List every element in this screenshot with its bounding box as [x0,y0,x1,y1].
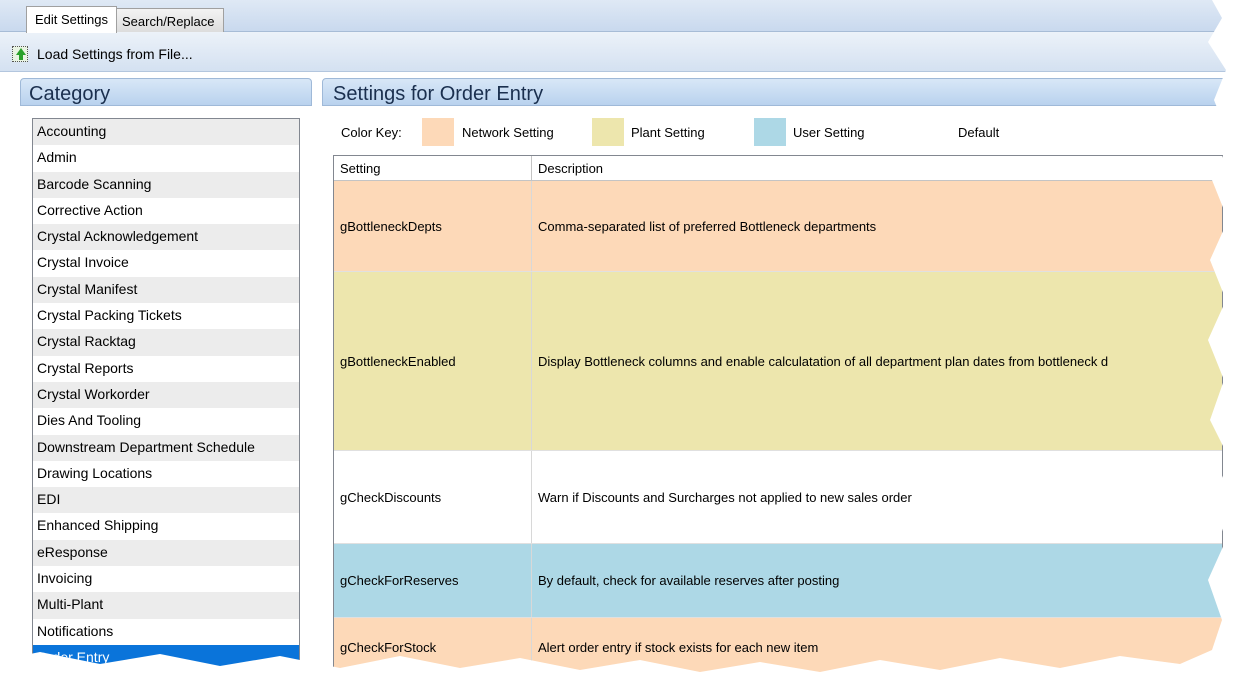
setting-name-cell[interactable]: gBottleneckDepts [334,181,532,271]
setting-row[interactable]: gCheckForStock Alert order entry if stock… [334,618,1222,672]
settings-editor-window: Edit Settings Search/Replace Load Settin… [0,0,1230,672]
category-item[interactable]: EDI [33,487,299,514]
network-setting-label: Network Setting [462,125,554,140]
category-item[interactable]: Drawing Locations [33,460,299,488]
category-header: Category [20,78,312,106]
setting-row[interactable]: gBottleneckEnabled Display Bottleneck col… [334,272,1222,451]
category-item[interactable]: Crystal Packing Tickets [33,303,299,330]
setting-row[interactable]: gBottleneckDepts Comma-separated list of … [334,181,1222,272]
setting-name-cell[interactable]: gBottleneckEnabled [334,272,532,450]
tab-bar: Edit Settings Search/Replace [0,0,1230,33]
category-item[interactable]: Enhanced Shipping [33,513,299,540]
toolbar: Load Settings from File... [0,32,1230,72]
color-key-label: Color Key: [341,125,402,140]
plant-setting-label: Plant Setting [631,125,705,140]
setting-row[interactable]: gCheckForReserves By default, check for a… [334,544,1222,618]
setting-description-cell: Warn if Discounts and Surcharges not app… [538,489,912,505]
settings-header: Settings for Order Entry [322,78,1230,106]
category-item[interactable]: eResponse [33,539,299,567]
setting-description-cell: Comma-separated list of preferred Bottle… [538,218,877,234]
category-item[interactable]: Multi-Plant [33,592,299,619]
setting-name-cell[interactable]: gCheckForReserves [334,544,532,617]
default-setting-label: Default [958,125,1000,140]
category-list[interactable]: Accounting Admin Barcode Scanning Correctiv… [32,118,300,672]
settings-grid: Setting Description gBottleneckDepts Comm… [333,155,1223,672]
setting-name-cell[interactable]: gCheckForStock [334,618,532,672]
user-setting-swatch [754,118,786,146]
setting-description-cell: Display Bottleneck columns and enable ca… [538,353,1109,369]
setting-row[interactable]: gCheckDiscounts Warn if Discounts and Sur… [334,451,1222,544]
category-item[interactable]: Crystal Racktag [33,329,299,356]
category-pane: Category Accounting Admin Barcode Scanning… [20,78,312,672]
load-file-icon [12,46,28,62]
user-setting-label: User Setting [793,125,865,140]
settings-pane: Settings for Order Entry Color Key: Netw… [322,78,1230,672]
load-settings-button[interactable]: Load Settings from File... [12,44,193,64]
category-item[interactable]: Crystal Workorder [33,381,299,409]
column-header-description[interactable]: Description [532,156,1222,180]
category-item[interactable]: Crystal Reports [33,355,299,382]
category-item[interactable]: Crystal Manifest [33,276,299,304]
column-header-setting[interactable]: Setting [334,156,532,180]
network-setting-swatch [422,118,454,146]
category-item[interactable]: Crystal Acknowledgement [33,224,299,251]
category-item[interactable]: Dies And Tooling [33,408,299,435]
category-item[interactable]: Crystal Invoice [33,250,299,277]
plant-setting-swatch [592,118,624,146]
category-item[interactable]: Corrective Action [33,197,299,225]
category-item[interactable]: Accounting [33,119,299,146]
default-setting-swatch [918,118,950,146]
load-settings-label: Load Settings from File... [37,46,193,62]
grid-body: gBottleneckDepts Comma-separated list of … [334,181,1222,672]
category-item[interactable]: Invoicing [33,566,299,593]
category-item[interactable]: Barcode Scanning [33,171,299,198]
grid-header: Setting Description [334,156,1222,181]
setting-name-cell[interactable]: gCheckDiscounts [334,451,532,543]
category-item[interactable]: Admin [33,145,299,172]
setting-description-cell: By default, check for available reserves… [538,573,840,588]
tab-edit-settings[interactable]: Edit Settings [26,6,117,33]
tab-search-replace[interactable]: Search/Replace [113,8,224,33]
category-item[interactable]: Order Entry [33,644,299,672]
category-item[interactable]: Downstream Department Schedule [33,434,299,461]
category-item[interactable]: Notifications [33,618,299,645]
setting-description-cell: Alert order entry if stock exists for ea… [538,640,819,655]
